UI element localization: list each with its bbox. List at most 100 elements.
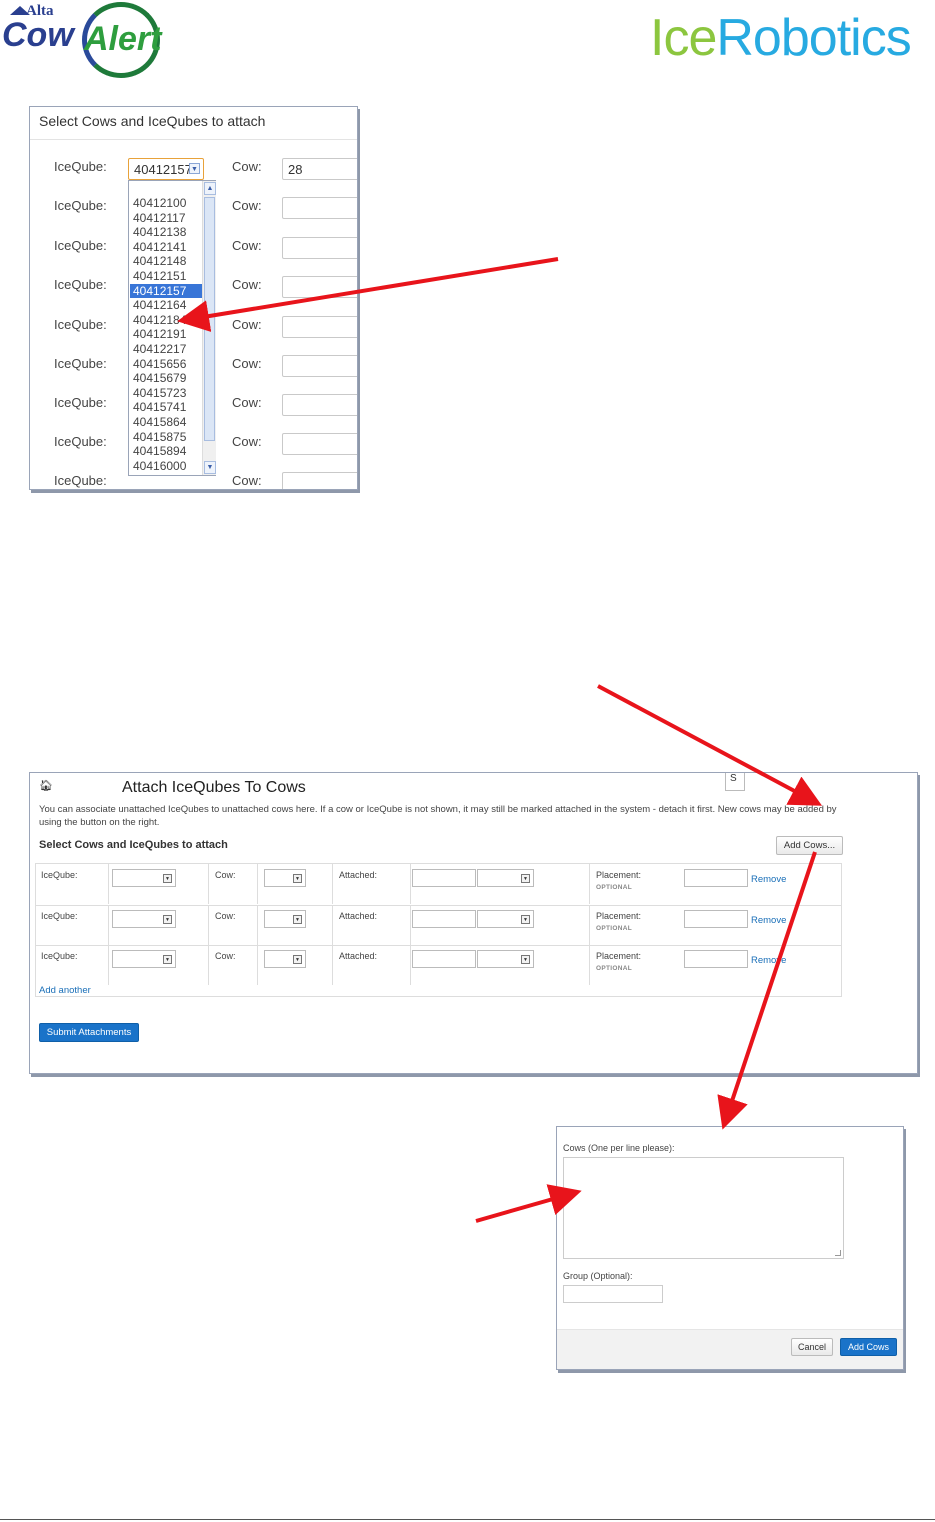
cow-select[interactable]: ▼ <box>282 197 358 219</box>
column-divider <box>410 904 411 945</box>
icequbes-label: IceQube: <box>54 395 107 410</box>
chevron-down-icon[interactable]: ▼ <box>189 163 200 174</box>
remove-link[interactable]: Remove <box>751 915 786 926</box>
dropdown-option[interactable]: 40412100 <box>133 196 203 211</box>
group-input[interactable] <box>563 1285 663 1303</box>
icequbes-label: IceQube: <box>41 951 78 961</box>
cow-select[interactable]: ▼ <box>282 316 358 338</box>
dropdown-option[interactable]: 40412217 <box>133 342 203 357</box>
add-cows-confirm-button[interactable]: Add Cows <box>840 1338 897 1356</box>
dropdown-option[interactable]: 40415741 <box>133 400 203 415</box>
column-divider <box>257 864 258 904</box>
dropdown-option[interactable]: 40415679 <box>133 371 203 386</box>
add-another-link[interactable]: Add another <box>39 985 91 996</box>
attached-date-input[interactable] <box>412 909 476 928</box>
chevron-down-icon[interactable]: ▼ <box>357 202 358 213</box>
dropdown-option[interactable]: 40412184 <box>133 313 203 328</box>
chevron-down-icon[interactable]: ▼ <box>357 281 358 292</box>
column-divider <box>257 945 258 985</box>
icequbes-label: IceQube: <box>54 159 107 174</box>
chevron-down-icon[interactable]: ▼ <box>163 914 172 924</box>
dropdown-option[interactable]: 40412151 <box>133 269 203 284</box>
chevron-down-icon[interactable]: ▼ <box>357 242 358 253</box>
submit-attachments-button[interactable]: Submit Attachments <box>39 1023 139 1042</box>
scroll-up-icon[interactable]: ▲ <box>204 182 216 195</box>
cow-select[interactable]: ▼ <box>282 355 358 377</box>
chevron-down-icon[interactable]: ▼ <box>357 163 358 174</box>
home-icon[interactable]: 🏠︎ <box>39 779 53 792</box>
dropdown-option[interactable]: 40412141 <box>133 240 203 255</box>
scrollbar[interactable]: ▲ ▼ <box>202 181 216 475</box>
chevron-down-icon[interactable]: ▼ <box>521 874 530 883</box>
cow-select[interactable]: ▼ <box>282 433 358 455</box>
cow-label: Cow: <box>232 473 262 488</box>
cow-label: Cow: <box>232 317 262 332</box>
chevron-down-icon[interactable]: ▼ <box>357 438 358 449</box>
cow-label: Cow: <box>232 159 262 174</box>
cancel-button[interactable]: Cancel <box>791 1338 833 1356</box>
attached-label: Attached: <box>339 870 378 880</box>
dropdown-option[interactable]: 40415656 <box>133 357 203 372</box>
cows-textarea[interactable] <box>563 1157 844 1259</box>
icequbes-dropdown-list[interactable]: 40412100 40412117 40412138 40412141 40412148… <box>128 180 216 476</box>
dropdown-option[interactable]: 40415875 <box>133 430 203 445</box>
attached-time-select[interactable]: ▼ <box>477 869 534 887</box>
dropdown-option[interactable]: 40415894 <box>133 444 203 459</box>
scrollbar-thumb[interactable] <box>204 197 215 441</box>
dropdown-option[interactable]: 40412138 <box>133 225 203 240</box>
remove-link[interactable]: Remove <box>751 874 786 885</box>
column-divider <box>410 864 411 904</box>
cow-select[interactable]: ▼ <box>282 237 358 259</box>
dropdown-option[interactable]: 40412164 <box>133 298 203 313</box>
placement-input[interactable] <box>684 950 748 968</box>
cow-select[interactable]: ▼ <box>282 276 358 298</box>
dropdown-option[interactable]: 40415864 <box>133 415 203 430</box>
resize-handle-icon[interactable] <box>835 1250 841 1256</box>
cow-label: Cow: <box>215 951 236 961</box>
icequbes-label: IceQube: <box>54 473 107 488</box>
page-title: Attach IceQubes To Cows <box>122 779 306 796</box>
icequbes-select[interactable]: ▼ <box>112 950 176 968</box>
cow-select[interactable]: ▼ <box>282 394 358 416</box>
cow-select[interactable]: ▼ <box>282 472 358 489</box>
placement-input[interactable] <box>684 869 748 887</box>
dropdown-option[interactable]: 40412157 <box>130 283 203 299</box>
add-cows-button[interactable]: Add Cows... <box>776 836 843 855</box>
icequbes-select[interactable]: ▼ <box>112 909 176 928</box>
chevron-down-icon[interactable]: ▼ <box>293 955 302 964</box>
logo-cow-text: Cow <box>2 16 74 54</box>
chevron-down-icon[interactable]: ▼ <box>163 955 172 964</box>
chevron-down-icon[interactable]: ▼ <box>357 360 358 371</box>
cow-select[interactable]: ▼ <box>264 869 306 887</box>
chevron-down-icon[interactable]: ▼ <box>357 399 358 410</box>
chevron-down-icon[interactable]: ▼ <box>293 914 302 924</box>
remove-link[interactable]: Remove <box>751 955 786 966</box>
column-divider <box>208 864 209 904</box>
dropdown-option[interactable]: 40416000 <box>133 459 203 474</box>
icequbes-select[interactable]: 40412157 ▼ <box>128 158 204 180</box>
icequbes-label: IceQube: <box>54 198 107 213</box>
icequbes-select[interactable]: ▼ <box>112 869 176 887</box>
chevron-down-icon[interactable]: ▼ <box>521 914 530 924</box>
scroll-down-icon[interactable]: ▼ <box>204 461 216 474</box>
attached-date-input[interactable] <box>412 869 476 887</box>
dropdown-option[interactable]: 40412148 <box>133 254 203 269</box>
chevron-down-icon[interactable]: ▼ <box>357 477 358 488</box>
dropdown-option[interactable]: 40415723 <box>133 386 203 401</box>
attached-date-input[interactable] <box>412 950 476 968</box>
cow-select[interactable]: ▼ <box>264 909 306 928</box>
cow-label: Cow: <box>232 434 262 449</box>
dropdown-option[interactable]: 40412117 <box>133 211 203 226</box>
chevron-down-icon[interactable]: ▼ <box>357 321 358 332</box>
attached-time-select[interactable]: ▼ <box>477 909 534 928</box>
chevron-down-icon[interactable]: ▼ <box>163 874 172 883</box>
search-input[interactable]: S <box>725 773 745 791</box>
attached-time-select[interactable]: ▼ <box>477 950 534 968</box>
dropdown-option[interactable]: 40412191 <box>133 327 203 342</box>
placement-input[interactable] <box>684 909 748 928</box>
chevron-down-icon[interactable]: ▼ <box>293 874 302 883</box>
cow-select[interactable]: ▼ <box>264 950 306 968</box>
cow-select[interactable]: 28 ▼ <box>282 158 358 180</box>
group-field-label: Group (Optional): <box>563 1271 633 1281</box>
chevron-down-icon[interactable]: ▼ <box>521 955 530 964</box>
